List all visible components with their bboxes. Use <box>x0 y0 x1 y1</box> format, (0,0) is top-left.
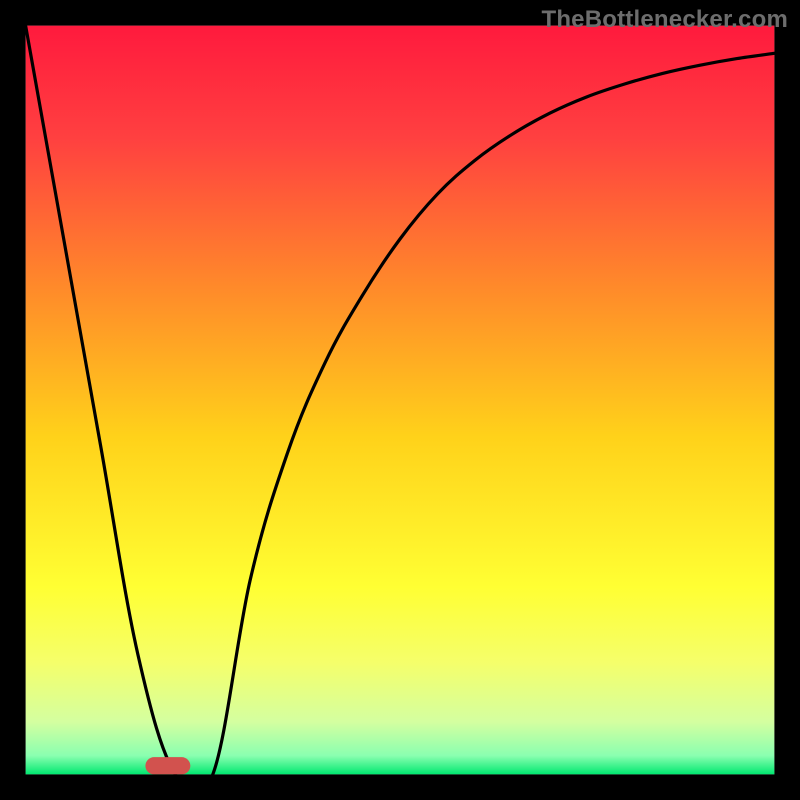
bottleneck-chart: TheBottlenecker.com <box>0 0 800 800</box>
sweet-spot-marker <box>145 757 190 774</box>
gradient-background <box>26 26 775 775</box>
chart-plot-area <box>0 0 800 800</box>
